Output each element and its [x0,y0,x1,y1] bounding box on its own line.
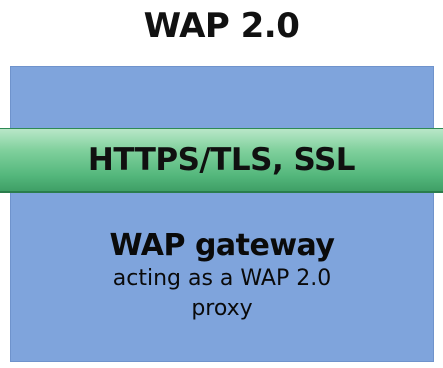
gateway-subtitle-line2: proxy [191,296,253,321]
security-layer-label: HTTPS/TLS, SSL [87,142,356,178]
gateway-title: WAP gateway [109,228,335,263]
security-layer-band: HTTPS/TLS, SSL [0,128,443,193]
gateway-subtitle-line1: acting as a WAP 2.0 [112,266,332,291]
diagram-title: WAP 2.0 [143,6,300,46]
gateway-text-group: WAP gateway acting as a WAP 2.0 proxy [10,228,434,324]
